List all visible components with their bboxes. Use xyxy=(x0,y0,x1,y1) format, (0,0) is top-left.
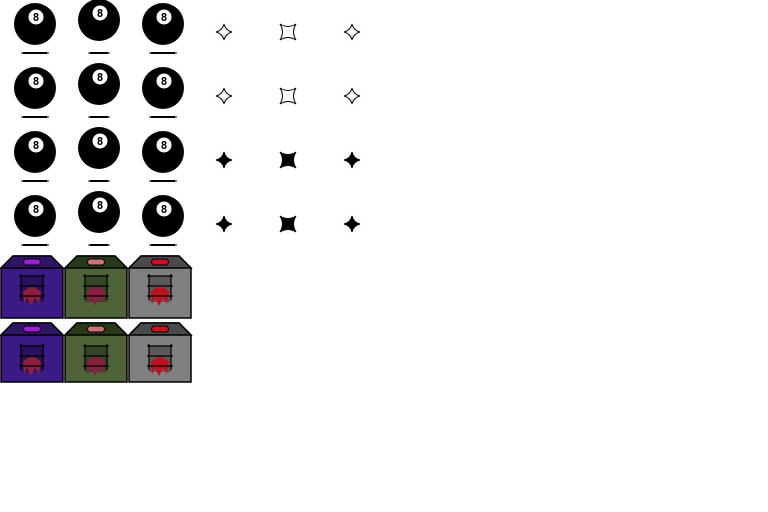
gem-icon xyxy=(22,325,42,333)
gem-icon xyxy=(86,325,106,333)
ball-shadow-edge xyxy=(149,244,177,246)
sparkle-icon xyxy=(343,215,361,233)
ball-number: 8 xyxy=(97,199,104,212)
ball-shadow-edge xyxy=(21,52,49,54)
sparkle-icon xyxy=(279,23,297,41)
ball-number: 8 xyxy=(161,75,168,88)
eight-ball-sprite: 8 xyxy=(78,0,120,54)
sparkle-icon xyxy=(215,23,233,41)
ball-shadow-edge xyxy=(21,180,49,182)
box-sprite-green xyxy=(63,255,129,319)
ball-number: 8 xyxy=(97,7,104,20)
box-sprite-green xyxy=(63,322,129,383)
eight-ball-sprite: 8 xyxy=(78,63,120,118)
sparkle-icon xyxy=(279,215,297,233)
eight-ball-sprite: 8 xyxy=(142,3,184,54)
ball-number: 8 xyxy=(161,139,168,152)
box-sprite-purple xyxy=(0,322,65,383)
eight-ball-sprite: 8 xyxy=(78,191,120,246)
box-sprite-gray xyxy=(127,255,193,319)
sparkle-icon xyxy=(343,23,361,41)
ball-number: 8 xyxy=(33,11,40,24)
gem-icon xyxy=(22,258,42,266)
ball-number: 8 xyxy=(161,11,168,24)
eight-ball-sprite: 8 xyxy=(78,127,120,182)
sparkle-icon xyxy=(279,87,297,105)
ball-shadow-edge xyxy=(149,52,177,54)
box-sprite-purple xyxy=(0,255,65,319)
sparkle-icon xyxy=(215,151,233,169)
ball-shadow-edge xyxy=(21,244,49,246)
eight-ball-sprite: 8 xyxy=(14,131,56,182)
ball-shadow-edge xyxy=(149,116,177,118)
ball-number: 8 xyxy=(33,203,40,216)
eight-ball-sprite: 8 xyxy=(14,67,56,118)
sparkle-icon xyxy=(279,151,297,169)
eight-ball-sprite: 8 xyxy=(142,195,184,246)
ball-number: 8 xyxy=(97,71,104,84)
ball-number: 8 xyxy=(161,203,168,216)
eight-ball-sprite: 8 xyxy=(142,67,184,118)
gem-icon xyxy=(150,325,170,333)
ball-number: 8 xyxy=(97,135,104,148)
sparkle-icon xyxy=(343,151,361,169)
gem-icon xyxy=(150,258,170,266)
ball-number: 8 xyxy=(33,75,40,88)
sparkle-icon xyxy=(215,87,233,105)
sprite-sheet: 8 8 8 8 8 8 8 8 8 8 8 8 xyxy=(0,0,361,383)
eight-ball-sprite: 8 xyxy=(14,3,56,54)
ball-shadow-edge xyxy=(88,116,110,118)
box-sprite-gray xyxy=(127,322,193,383)
ball-shadow-edge xyxy=(21,116,49,118)
ball-shadow-edge xyxy=(149,180,177,182)
ball-number: 8 xyxy=(33,139,40,152)
eight-ball-sprite: 8 xyxy=(142,131,184,182)
gem-icon xyxy=(86,258,106,266)
ball-shadow-edge xyxy=(88,52,110,54)
ball-shadow-edge xyxy=(88,244,110,246)
sparkle-icon xyxy=(343,87,361,105)
sparkle-icon xyxy=(215,215,233,233)
ball-shadow-edge xyxy=(88,180,110,182)
eight-ball-sprite: 8 xyxy=(14,195,56,246)
